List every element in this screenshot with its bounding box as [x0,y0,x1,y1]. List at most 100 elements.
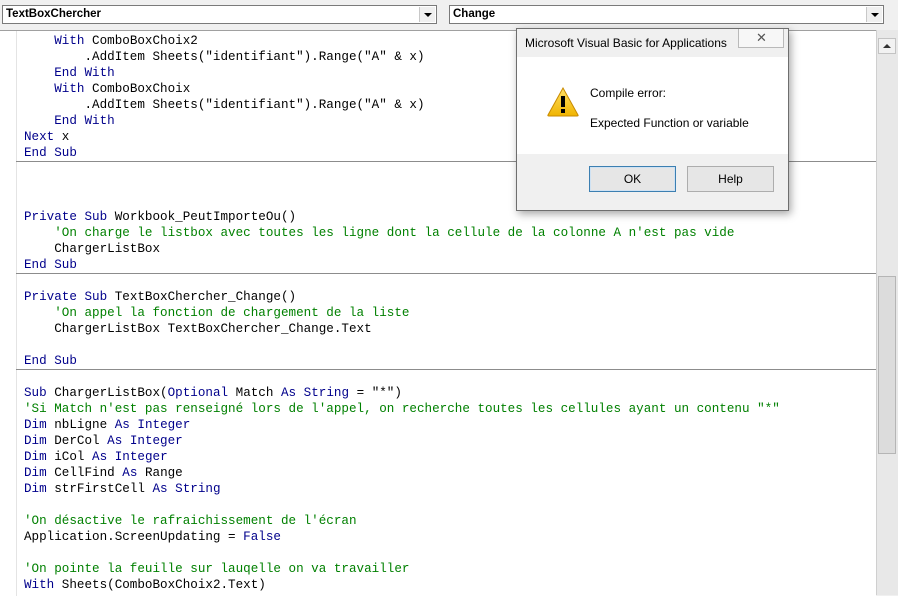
keyword-token: Dim [24,418,47,432]
keyword-token: Next [24,130,55,144]
keyword-token: Dim [24,466,47,480]
close-icon: ✕ [756,30,767,45]
keyword-token: As Integer [107,434,183,448]
code-line[interactable]: With Sheets(ComboBoxChoix2.Text) [24,577,266,593]
code-token: ChargerListBox TextBoxChercher_Change.Te… [24,322,372,336]
procedure-separator [16,273,876,274]
code-line[interactable]: Application.ScreenUpdating = False [24,529,281,545]
help-button[interactable]: Help [687,166,774,192]
code-line[interactable]: With ComboBoxChoix [24,81,190,97]
chevron-down-icon [424,13,432,17]
code-line[interactable]: 'Si Match n'est pas renseigné lors de l'… [24,401,780,417]
object-combobox-dropdown-button[interactable] [419,7,435,22]
code-token: strFirstCell [46,482,153,496]
code-line[interactable]: End Sub [24,353,77,369]
code-line[interactable]: Next x [24,129,69,145]
keyword-token: Private Sub [24,210,108,224]
code-line[interactable]: End With [24,65,114,81]
code-token: .AddItem Sheets("identifiant").Range("A"… [24,98,425,112]
code-line[interactable]: Dim CellFind As Range [24,465,183,481]
compile-error-dialog: Microsoft Visual Basic for Applications … [516,28,789,211]
code-window-toolbar: TextBoxChercher Change [0,0,898,30]
comment-token: 'Si Match n'est pas renseigné lors de l'… [24,402,780,416]
code-token: iCol [46,450,93,464]
code-token: x [54,130,70,144]
code-line[interactable]: ChargerListBox [24,241,160,257]
code-token: Sheets(ComboBoxChoix2.Text) [54,578,266,592]
dialog-close-button[interactable]: ✕ [738,29,784,48]
keyword-token: Private Sub [24,290,108,304]
code-line[interactable]: 'On pointe la feuille sur lauqelle on va… [24,561,409,577]
keyword-token: With [54,34,85,48]
keyword-token: End Sub [24,146,77,160]
keyword-token: As Integer [114,418,191,432]
code-line[interactable]: End Sub [24,145,77,161]
code-token: nbLigne [46,418,115,432]
code-line[interactable]: Dim DerCol As Integer [24,433,183,449]
keyword-token: As [122,466,138,480]
code-line[interactable]: 'On appel la fonction de chargement de l… [24,305,409,321]
keyword-token: Dim [24,450,47,464]
vertical-scrollbar[interactable] [876,30,898,595]
comment-token: 'On charge le listbox avec toutes les li… [54,226,735,240]
code-line[interactable]: Dim nbLigne As Integer [24,417,190,433]
code-line[interactable]: Private Sub TextBoxChercher_Change() [24,289,296,305]
keyword-token: Dim [24,434,47,448]
keyword-token: Optional [167,386,229,400]
code-line[interactable]: 'On charge le listbox avec toutes les li… [24,225,734,241]
procedure-combobox[interactable]: Change [449,5,884,24]
code-token: CellFind [46,466,123,480]
code-line[interactable]: Private Sub Workbook_PeutImporteOu() [24,209,296,225]
code-token: Application.ScreenUpdating = [24,530,244,544]
procedure-combobox-dropdown-button[interactable] [866,7,882,22]
code-token: ChargerListBox( [46,386,168,400]
code-line[interactable]: ChargerListBox TextBoxChercher_Change.Te… [24,321,372,337]
code-line[interactable]: .AddItem Sheets("identifiant").Range("A"… [24,49,425,65]
code-line[interactable]: Sub ChargerListBox(Optional Match As Str… [24,385,402,401]
dialog-title: Microsoft Visual Basic for Applications [525,36,727,50]
procedure-separator [16,369,876,370]
code-token: ComboBoxChoix [84,82,191,96]
chevron-up-icon [883,44,891,48]
code-token: = "*") [349,386,402,400]
warning-icon [547,87,579,117]
keyword-token: End With [54,114,115,128]
object-combobox[interactable]: TextBoxChercher [2,5,437,24]
scrollbar-thumb[interactable] [878,276,896,454]
keyword-token: As String [280,386,350,400]
procedure-combobox-value: Change [453,8,496,20]
keyword-token: With [54,82,85,96]
comment-token: 'On pointe la feuille sur lauqelle on va… [24,562,410,576]
code-token: DerCol [46,434,108,448]
error-message: Expected Function or variable [590,116,749,130]
margin-indicator-bar[interactable] [0,31,17,596]
scroll-up-button[interactable] [878,38,896,54]
comment-token: 'On appel la fonction de chargement de l… [54,306,410,320]
keyword-token: False [243,530,281,544]
code-line[interactable]: .AddItem Sheets("identifiant").Range("A"… [24,97,425,113]
code-token: ComboBoxChoix2 [84,34,198,48]
code-line[interactable]: End With [24,113,115,129]
code-line[interactable]: Dim iCol As Integer [24,449,168,465]
code-token: Match [228,386,281,400]
dialog-button-area: OK Help [517,154,788,210]
keyword-token: As Integer [92,450,168,464]
code-token: .AddItem Sheets("identifiant").Range("A"… [24,50,425,64]
comment-token: 'On désactive le rafraichissement de l'é… [24,514,357,528]
code-line[interactable]: With ComboBoxChoix2 [24,33,198,49]
chevron-down-icon [871,13,879,17]
code-token: ChargerListBox [24,242,161,256]
code-line[interactable]: End Sub [24,257,77,273]
keyword-token: End Sub [24,258,77,272]
ok-button[interactable]: OK [589,166,676,192]
code-line[interactable]: Dim strFirstCell As String [24,481,221,497]
code-line[interactable]: 'On désactive le rafraichissement de l'é… [24,513,357,529]
code-token: Range [137,466,183,480]
keyword-token: End Sub [24,354,77,368]
keyword-token: Dim [24,482,47,496]
code-token: TextBoxChercher_Change() [107,290,297,304]
